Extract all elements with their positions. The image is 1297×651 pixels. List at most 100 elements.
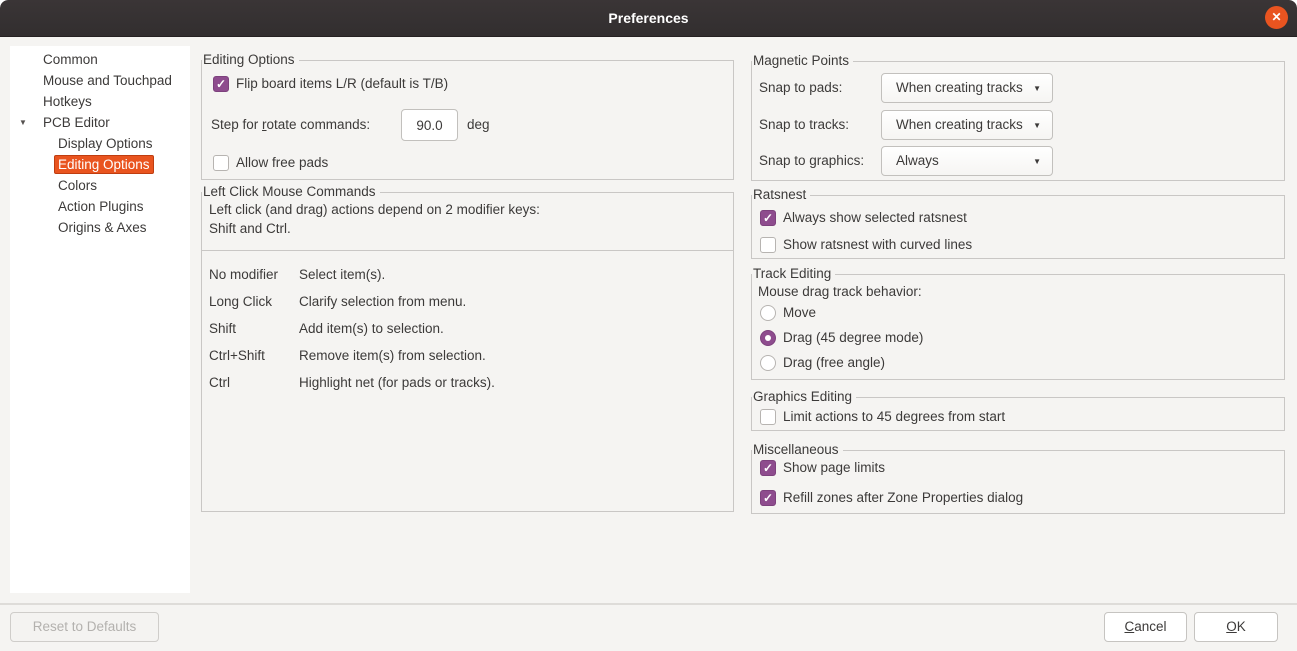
group-title: Magnetic Points [752, 53, 853, 69]
dropdown-value: Always [896, 153, 939, 168]
button-label: O [1226, 619, 1237, 634]
footer-divider [0, 603, 1297, 605]
checkbox-checked-icon[interactable]: ✓ [213, 76, 229, 92]
radio-selected-icon[interactable] [760, 330, 776, 346]
miscellaneous-group: Miscellaneous ✓ Show page limits ✓ Refil… [751, 450, 1285, 514]
magnetic-points-group: Magnetic Points Snap to pads: When creat… [751, 61, 1285, 181]
left-click-commands-group: Left Click Mouse Commands Left click (an… [201, 192, 734, 512]
dropdown-value: When creating tracks [896, 117, 1023, 132]
reset-to-defaults-button[interactable]: Reset to Defaults [10, 612, 159, 642]
always-show-ratsnest-checkbox[interactable]: ✓ Always show selected ratsnest [760, 209, 967, 226]
show-page-limits-checkbox[interactable]: ✓ Show page limits [760, 459, 885, 476]
sidebar-item-editing-options[interactable]: Editing Options [10, 154, 190, 175]
rotate-units-label: deg [467, 109, 490, 141]
sidebar-item-label: Action Plugins [58, 199, 144, 214]
action-cell: Add item(s) to selection. [299, 321, 444, 336]
expander-down-icon[interactable]: ▼ [19, 112, 27, 133]
preferences-tree: Common Mouse and Touchpad Hotkeys ▼ PCB … [10, 46, 190, 238]
sidebar-item-display-options[interactable]: Display Options [10, 133, 190, 154]
rotate-step-label: Step for rotate commands: [211, 109, 370, 141]
chevron-down-icon: ▼ [1033, 75, 1041, 103]
cancel-button[interactable]: Cancel [1104, 612, 1187, 642]
radio-label: Drag (45 degree mode) [783, 330, 923, 345]
sidebar-item-label: PCB Editor [43, 115, 110, 130]
radio-unselected-icon[interactable] [760, 305, 776, 321]
allow-free-pads-checkbox[interactable]: Allow free pads [213, 154, 328, 171]
checkbox-label: Limit actions to 45 degrees from start [783, 409, 1005, 424]
snap-to-tracks-dropdown[interactable]: When creating tracks ▼ [881, 110, 1053, 140]
snap-to-tracks-label: Snap to tracks: [759, 110, 849, 140]
flip-board-checkbox[interactable]: ✓ Flip board items L/R (default is T/B) [213, 75, 448, 92]
table-row: Ctrl Highlight net (for pads or tracks). [209, 369, 725, 396]
checkbox-unchecked-icon[interactable] [760, 237, 776, 253]
table-row: No modifier Select item(s). [209, 261, 725, 288]
radio-move[interactable]: Move [760, 304, 816, 321]
radio-dot-icon [765, 335, 771, 341]
close-icon: ✕ [1271, 10, 1281, 24]
button-label: ancel [1134, 619, 1166, 634]
sidebar-item-origins-axes[interactable]: Origins & Axes [10, 217, 190, 238]
sidebar-item-label: Colors [58, 178, 97, 193]
action-cell: Clarify selection from menu. [299, 294, 466, 309]
group-title: Miscellaneous [752, 442, 843, 458]
modifier-actions-table: No modifier Select item(s). Long Click C… [202, 251, 733, 396]
modifier-cell: No modifier [209, 267, 299, 282]
curved-ratsnest-checkbox[interactable]: Show ratsnest with curved lines [760, 236, 972, 253]
chevron-down-icon: ▼ [1033, 148, 1041, 176]
rotate-step-input[interactable] [401, 109, 458, 141]
sidebar-item-action-plugins[interactable]: Action Plugins [10, 196, 190, 217]
sidebar-item-pcb-editor[interactable]: ▼ PCB Editor [10, 112, 190, 133]
ratsnest-group: Ratsnest ✓ Always show selected ratsnest… [751, 195, 1285, 259]
checkbox-label: Show ratsnest with curved lines [783, 237, 972, 252]
checkbox-checked-icon[interactable]: ✓ [760, 210, 776, 226]
modifier-cell: Ctrl [209, 375, 299, 390]
snap-to-graphics-dropdown[interactable]: Always ▼ [881, 146, 1053, 176]
table-row: Ctrl+Shift Remove item(s) from selection… [209, 342, 725, 369]
snap-to-graphics-label: Snap to graphics: [759, 146, 864, 176]
dropdown-value: When creating tracks [896, 80, 1023, 95]
snap-to-pads-dropdown[interactable]: When creating tracks ▼ [881, 73, 1053, 103]
checkbox-checked-icon[interactable]: ✓ [760, 460, 776, 476]
modifier-cell: Long Click [209, 294, 299, 309]
checkbox-checked-icon[interactable]: ✓ [760, 490, 776, 506]
sidebar-item-common[interactable]: Common [10, 49, 190, 70]
group-title: Track Editing [752, 266, 835, 282]
table-row: Shift Add item(s) to selection. [209, 315, 725, 342]
table-row: Long Click Clarify selection from menu. [209, 288, 725, 315]
sidebar-item-hotkeys[interactable]: Hotkeys [10, 91, 190, 112]
close-button[interactable]: ✕ [1265, 6, 1288, 29]
radio-label: Move [783, 305, 816, 320]
checkbox-label: Show page limits [783, 460, 885, 475]
description-line: Left click (and drag) actions depend on … [209, 200, 725, 219]
radio-drag-45[interactable]: Drag (45 degree mode) [760, 329, 923, 346]
checkbox-label: Allow free pads [236, 155, 328, 170]
checkbox-label: Flip board items L/R (default is T/B) [236, 76, 448, 91]
checkbox-label: Refill zones after Zone Properties dialo… [783, 490, 1023, 505]
checkbox-unchecked-icon[interactable] [213, 155, 229, 171]
sidebar-item-colors[interactable]: Colors [10, 175, 190, 196]
sidebar: Common Mouse and Touchpad Hotkeys ▼ PCB … [10, 46, 190, 593]
refill-zones-checkbox[interactable]: ✓ Refill zones after Zone Properties dia… [760, 489, 1023, 506]
graphics-editing-group: Graphics Editing Limit actions to 45 deg… [751, 397, 1285, 431]
sidebar-item-label-selected: Editing Options [54, 155, 154, 174]
radio-unselected-icon[interactable] [760, 355, 776, 371]
ok-button[interactable]: OK [1194, 612, 1278, 642]
checkbox-label: Always show selected ratsnest [783, 210, 967, 225]
titlebar[interactable]: Preferences ✕ [0, 0, 1297, 37]
group-title: Left Click Mouse Commands [202, 184, 380, 200]
track-editing-group: Track Editing Mouse drag track behavior:… [751, 274, 1285, 380]
modifier-cell: Ctrl+Shift [209, 348, 299, 363]
sidebar-item-label: Common [43, 52, 98, 67]
sidebar-item-label: Mouse and Touchpad [43, 73, 172, 88]
editing-options-group: Editing Options ✓ Flip board items L/R (… [201, 60, 734, 180]
button-label: K [1237, 619, 1246, 634]
limit-45-checkbox[interactable]: Limit actions to 45 degrees from start [760, 408, 1005, 425]
group-title: Ratsnest [752, 187, 810, 203]
radio-drag-free[interactable]: Drag (free angle) [760, 354, 885, 371]
button-label: Reset to Defaults [33, 619, 137, 634]
drag-behavior-label: Mouse drag track behavior: [758, 284, 922, 299]
description-line: Shift and Ctrl. [209, 219, 725, 238]
checkbox-unchecked-icon[interactable] [760, 409, 776, 425]
button-label: C [1124, 619, 1134, 634]
sidebar-item-mouse-and-touchpad[interactable]: Mouse and Touchpad [10, 70, 190, 91]
